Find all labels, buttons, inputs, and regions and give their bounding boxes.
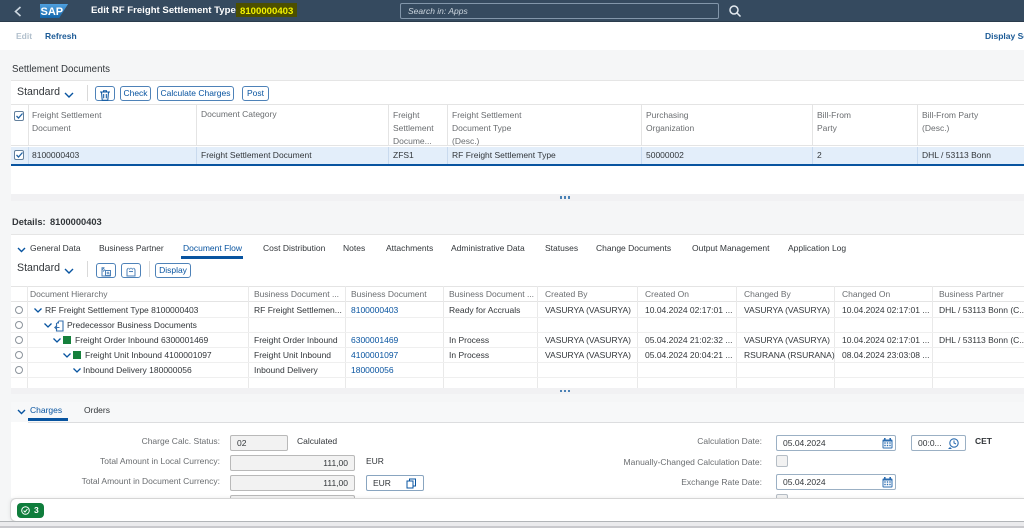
svg-text:SAP: SAP — [41, 6, 64, 18]
